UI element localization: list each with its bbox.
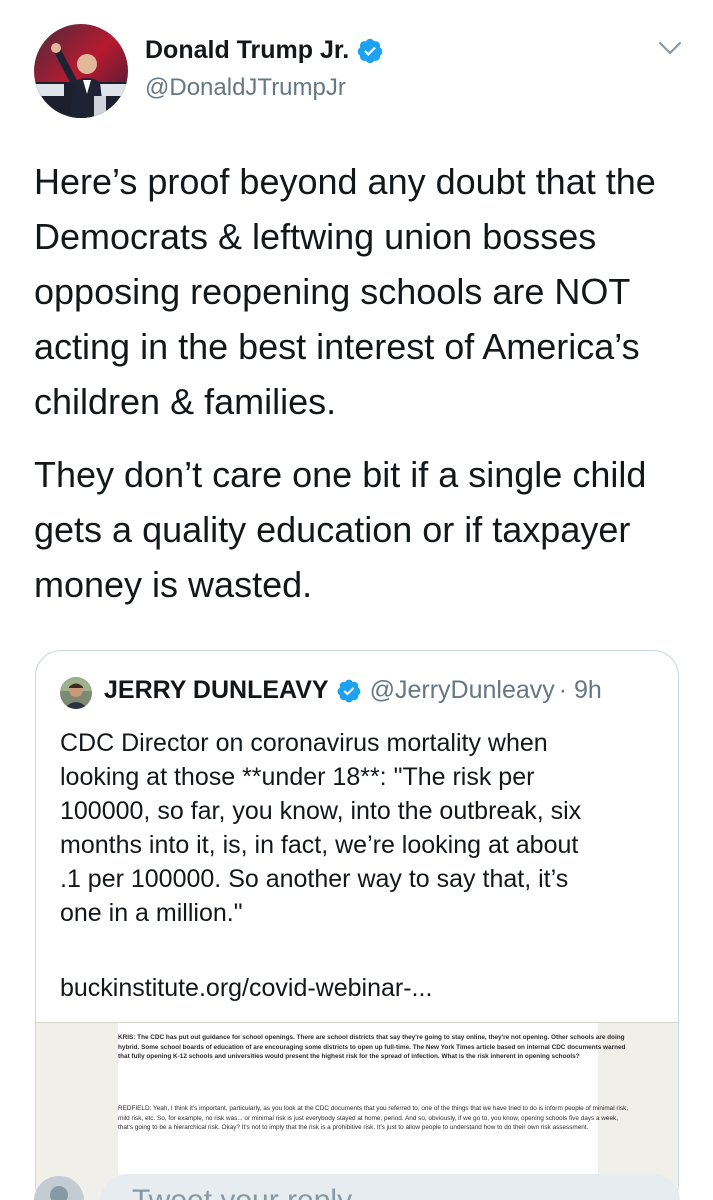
- reply-bar: Tweet your reply: [0, 1172, 713, 1200]
- quoted-timestamp: · 9h: [558, 676, 602, 704]
- preview-kris-text: KRIS: The CDC has put out guidance for s…: [118, 1034, 626, 1061]
- tweet-detail: Donald Trump Jr. @DonaldJTrumpJr Here’s …: [0, 0, 713, 1200]
- quoted-tweet[interactable]: JERRY DUNLEAVY @JerryDunleavy · 9h CDC D…: [35, 650, 679, 1200]
- chevron-down-icon[interactable]: [657, 38, 683, 58]
- quoted-author-row: JERRY DUNLEAVY @JerryDunleavy · 9h: [104, 676, 602, 705]
- tweet-text-paragraph-1: Here’s proof beyond any doubt that the D…: [34, 161, 656, 422]
- preview-redfield-text: REDFIELD: Yeah, I think it's important, …: [118, 1105, 629, 1132]
- author-handle[interactable]: @DonaldJTrumpJr: [145, 74, 346, 102]
- reply-input[interactable]: Tweet your reply: [100, 1174, 680, 1200]
- quoted-link[interactable]: buckinstitute.org/covid-webinar-...: [60, 974, 432, 1003]
- quoted-tweet-text: CDC Director on coronavirus mortality wh…: [60, 729, 582, 927]
- reply-placeholder: Tweet your reply: [132, 1184, 352, 1200]
- user-avatar: [34, 1176, 84, 1200]
- quoted-author-avatar: [60, 677, 92, 709]
- quoted-author-name: JERRY DUNLEAVY: [104, 676, 329, 704]
- verified-badge-icon: [357, 38, 383, 63]
- quoted-author-handle: @JerryDunleavy: [369, 676, 555, 704]
- verified-badge-icon: [337, 679, 360, 702]
- tweet-text-paragraph-2: They don’t care one bit if a single chil…: [34, 454, 647, 605]
- author-name-row[interactable]: Donald Trump Jr.: [145, 36, 384, 65]
- author-name[interactable]: Donald Trump Jr.: [145, 36, 349, 65]
- author-avatar[interactable]: [34, 24, 128, 118]
